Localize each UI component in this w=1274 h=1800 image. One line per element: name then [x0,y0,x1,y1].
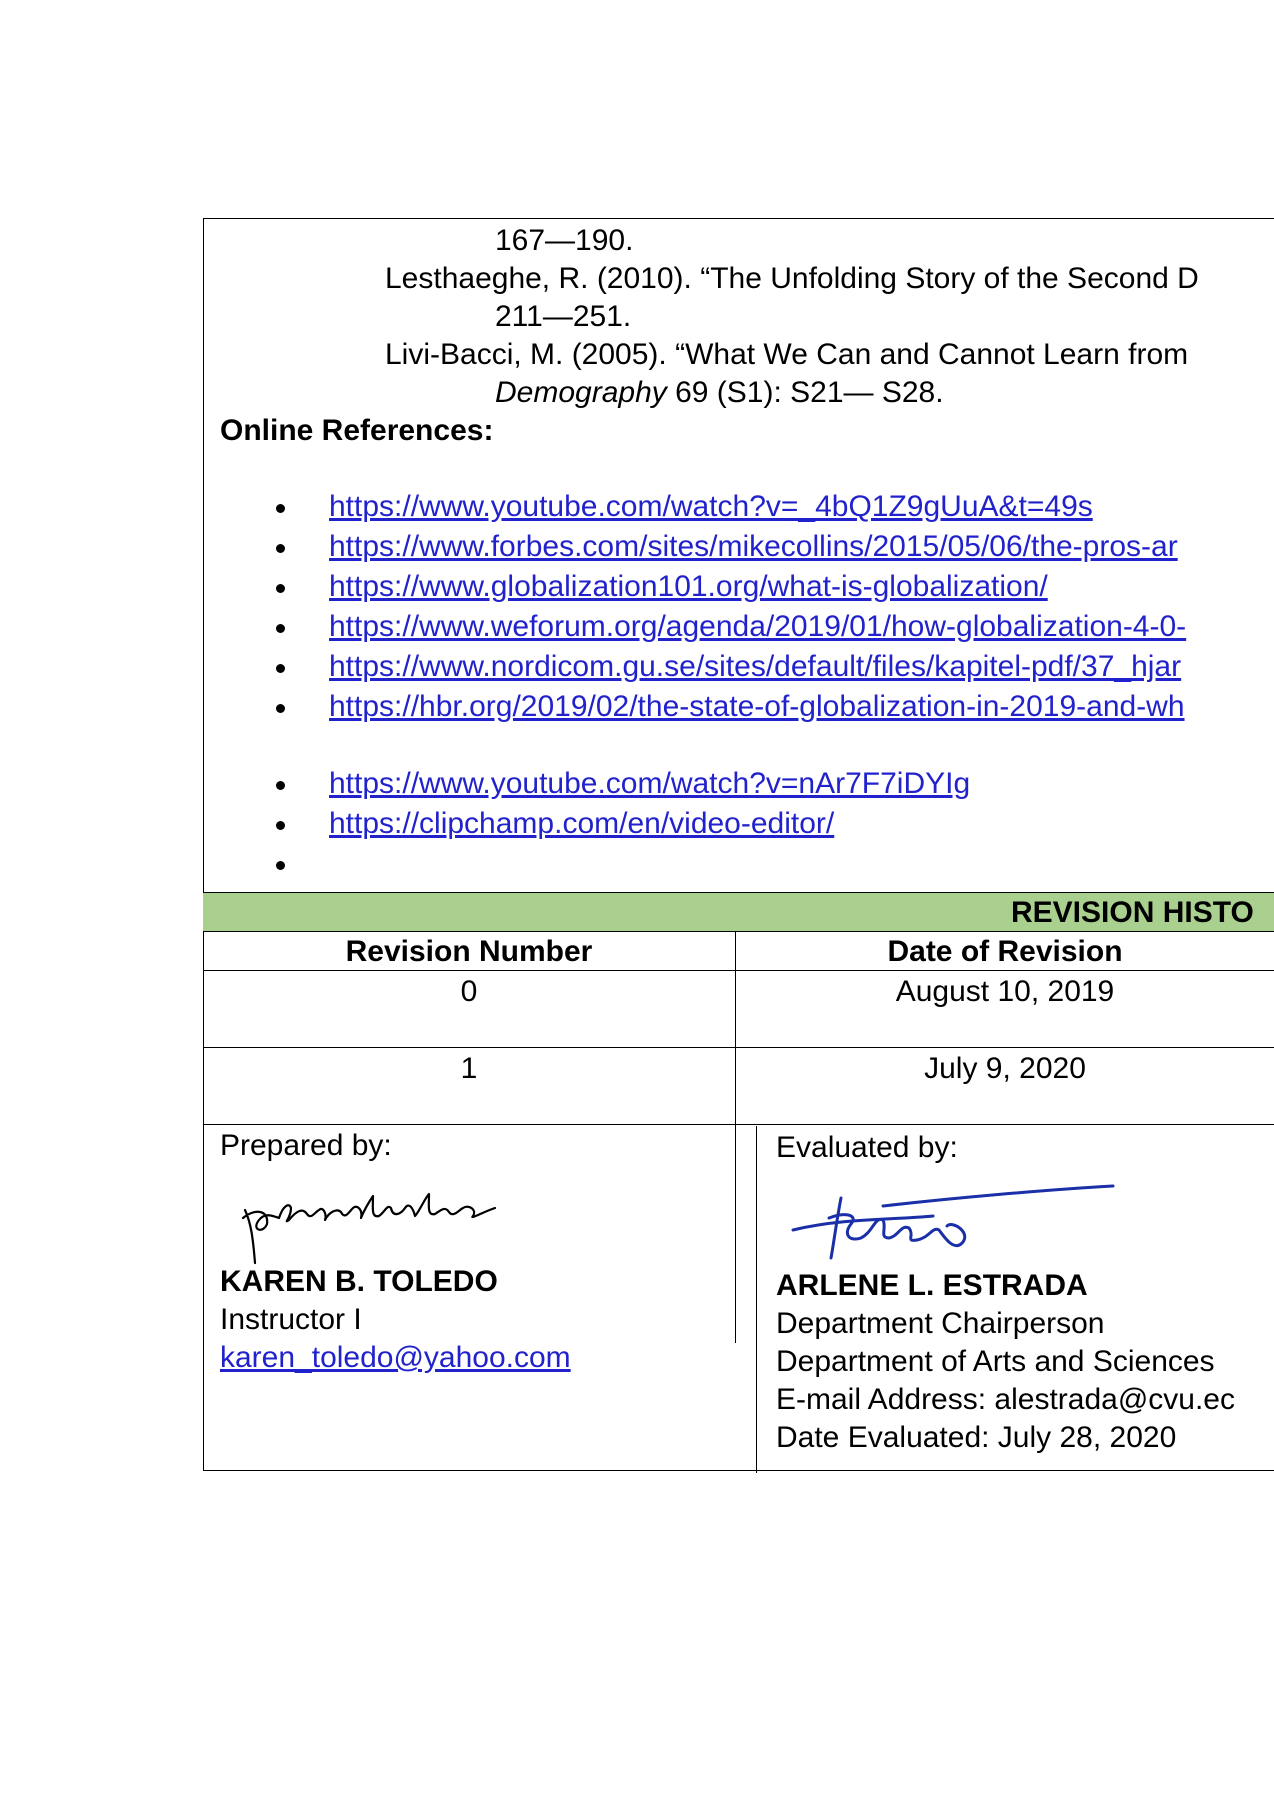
reference-line: 167—190. [495,224,634,257]
revision-date-cell: August 10, 2019 [895,975,1115,1008]
prepared-by-title: Instructor I [220,1303,362,1336]
evaluated-by-department: Department of Arts and Sciences [776,1345,1215,1378]
online-references-heading: Online References: [220,414,494,447]
revision-number-cell: 0 [460,975,478,1008]
reference-line: Lesthaeghe, R. (2010). “The Unfolding St… [385,262,1199,295]
journal-title: Demography [495,376,667,409]
reference-link[interactable]: https://www.forbes.com/sites/mikecollins… [329,528,1178,566]
date-evaluated: Date Evaluated: July 28, 2020 [776,1421,1177,1454]
table-divider [203,931,1274,932]
table-divider [203,970,1274,971]
reference-line: Livi-Bacci, M. (2005). “What We Can and … [385,338,1189,371]
bullet-icon [276,584,285,593]
prepared-by-name: KAREN B. TOLEDO [220,1265,498,1298]
table-divider [203,1047,1274,1048]
evaluated-by-name: ARLENE L. ESTRADA [776,1269,1088,1302]
reference-line: Demography 69 (S1): S21— S28. [495,374,944,412]
journal-details: 69 (S1): S21— S28. [666,376,944,409]
bullet-icon [276,504,285,513]
revision-date-cell: July 9, 2020 [924,1052,1086,1085]
bullet-icon [276,704,285,713]
bullet-icon [276,624,285,633]
bullet-icon [276,861,285,870]
revision-number-cell: 1 [460,1052,478,1085]
revision-number-header: Revision Number [345,935,593,968]
date-of-revision-header: Date of Revision [887,935,1123,968]
evaluated-by-email: E-mail Address: alestrada@cvu.ec [776,1383,1235,1416]
reference-link[interactable]: https://hbr.org/2019/02/the-state-of-glo… [329,688,1185,726]
prepared-by-email-link[interactable]: karen_toledo@yahoo.com [220,1339,571,1377]
evaluated-by-title: Department Chairperson [776,1307,1105,1340]
karen-toledo-signature [241,1192,497,1265]
bullet-icon [276,544,285,553]
syllabus-page-fragment: 167—190. Lesthaeghe, R. (2010). “The Unf… [203,218,1274,1473]
reference-line: 211—251. [495,300,632,333]
bullet-icon [276,781,285,790]
reference-link[interactable]: https://www.youtube.com/watch?v=nAr7F7iD… [329,765,970,803]
revision-history-title: REVISION HISTO [1011,896,1254,929]
table-divider [203,1124,1274,1125]
reference-link[interactable]: https://www.globalization101.org/what-is… [329,568,1048,606]
bullet-icon [276,821,285,830]
reference-link[interactable]: https://www.youtube.com/watch?v=_4bQ1Z9g… [329,488,1093,526]
reference-link[interactable]: https://clipchamp.com/en/video-editor/ [329,805,834,843]
reference-link[interactable]: https://www.nordicom.gu.se/sites/default… [329,648,1181,686]
reference-link[interactable]: https://www.weforum.org/agenda/2019/01/h… [329,608,1186,646]
prepared-by-label: Prepared by: [220,1129,392,1162]
bullet-icon [276,664,285,673]
signature-column-divider [756,1126,757,1473]
